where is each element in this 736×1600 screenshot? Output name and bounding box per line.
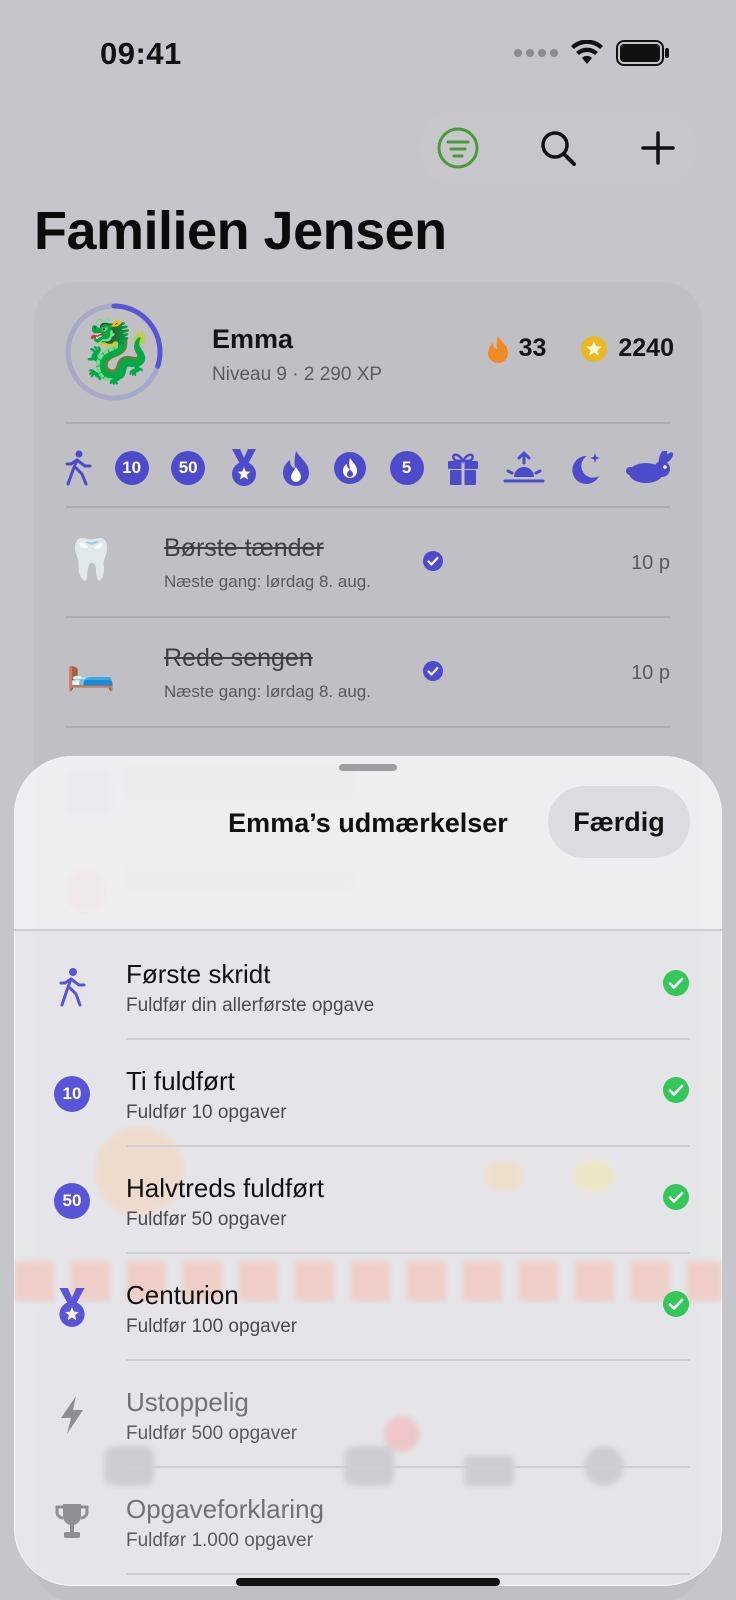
streak-stat: 33 bbox=[487, 334, 547, 363]
divider bbox=[66, 726, 670, 728]
achievement-row[interactable]: Opgaveforklaring Fuldfør 1.000 opgaver bbox=[14, 1468, 722, 1575]
sheet-grabber[interactable] bbox=[339, 764, 397, 771]
coins-stat: 2240 bbox=[580, 334, 674, 363]
top-toolbar bbox=[420, 112, 696, 184]
medal-icon bbox=[52, 1288, 92, 1328]
check-icon bbox=[423, 661, 443, 681]
achievement-name: Halvtreds fuldført bbox=[126, 1173, 324, 1203]
checkmark-circle-icon bbox=[663, 970, 689, 996]
member-stats: 33 2240 bbox=[487, 334, 674, 363]
moon-stars-icon bbox=[572, 453, 601, 484]
badge-label: 10 bbox=[54, 1076, 90, 1112]
search-button[interactable] bbox=[528, 118, 588, 178]
task-emoji: 🦷 bbox=[66, 538, 116, 582]
badge-row[interactable]: 10 50 5 bbox=[64, 444, 674, 492]
home-indicator[interactable] bbox=[236, 1578, 500, 1586]
achievement-desc: Fuldfør 50 opgaver bbox=[126, 1209, 287, 1230]
divider bbox=[66, 422, 670, 424]
checkmark-circle-icon bbox=[663, 1077, 689, 1103]
achievement-row[interactable]: Ustoppelig Fuldfør 500 opgaver bbox=[14, 1361, 722, 1468]
done-button[interactable]: Færdig bbox=[548, 786, 690, 858]
signal-icon bbox=[514, 49, 558, 57]
flame-icon bbox=[487, 335, 508, 363]
status-icons bbox=[514, 40, 670, 66]
badge-50-icon: 50 bbox=[52, 1181, 92, 1221]
streak-count: 33 bbox=[518, 334, 547, 362]
achievement-desc: Fuldfør 500 opgaver bbox=[126, 1423, 298, 1444]
achievement-row[interactable]: Centurion Fuldfør 100 opgaver bbox=[14, 1254, 722, 1361]
walking-icon bbox=[52, 967, 92, 1007]
achievement-name: Ti fuldført bbox=[126, 1066, 235, 1096]
coins-count: 2240 bbox=[618, 334, 674, 362]
avatar: 🐉 bbox=[78, 317, 156, 386]
status-time: 09:41 bbox=[100, 36, 182, 71]
badge-10-icon: 10 bbox=[52, 1074, 92, 1114]
badge-label: 50 bbox=[54, 1183, 90, 1219]
flame-circle-icon bbox=[333, 452, 366, 484]
sunrise-icon bbox=[503, 451, 545, 483]
add-button[interactable] bbox=[628, 118, 688, 178]
achievement-desc: Fuldfør 10 opgaver bbox=[126, 1102, 287, 1123]
badge-5: 5 bbox=[389, 451, 424, 485]
divider bbox=[126, 1573, 690, 1575]
task-next-date: Næste gang: lørdag 8. aug. bbox=[164, 682, 371, 701]
achievement-desc: Fuldfør din allerførste opgave bbox=[126, 995, 375, 1016]
achievement-desc: Fuldfør 1.000 opgaver bbox=[126, 1530, 313, 1551]
task-points: 10 p bbox=[631, 662, 670, 684]
achievement-row[interactable]: Første skridt Fuldfør din allerførste op… bbox=[14, 933, 722, 1040]
task-points: 10 p bbox=[631, 552, 670, 574]
task-row[interactable]: 🛏️ Rede sengen Næste gang: lørdag 8. aug… bbox=[66, 618, 670, 726]
achievement-row[interactable]: 10 Ti fuldført Fuldfør 10 opgaver bbox=[14, 1040, 722, 1147]
plus-icon bbox=[641, 131, 675, 165]
badge-50: 50 bbox=[171, 451, 206, 485]
task-row[interactable]: 🦷 Børste tænder Næste gang: lørdag 8. au… bbox=[66, 508, 670, 616]
task-next-date: Næste gang: lørdag 8. aug. bbox=[164, 572, 371, 591]
achievement-name: Ustoppelig bbox=[126, 1387, 249, 1417]
sheet-header: Emma’s udmærkelser Færdig bbox=[14, 756, 722, 931]
battery-icon bbox=[616, 40, 669, 66]
filter-icon bbox=[437, 127, 479, 169]
achievement-name: Centurion bbox=[126, 1280, 239, 1310]
wifi-icon bbox=[571, 40, 603, 64]
member-name: Emma bbox=[212, 324, 294, 354]
task-emoji: 🛏️ bbox=[66, 648, 116, 692]
achievement-desc: Fuldfør 100 opgaver bbox=[126, 1316, 298, 1337]
achievement-row[interactable]: 50 Halvtreds fuldført Fuldfør 50 opgaver bbox=[14, 1147, 722, 1254]
filter-button[interactable] bbox=[428, 118, 488, 178]
achievement-name: Opgaveforklaring bbox=[126, 1494, 324, 1524]
badge-10: 10 bbox=[114, 451, 149, 485]
trophy-icon bbox=[52, 1502, 92, 1542]
check-icon bbox=[423, 551, 443, 571]
star-coin-icon bbox=[581, 335, 608, 362]
bolt-icon bbox=[52, 1395, 92, 1435]
flame-icon bbox=[283, 451, 310, 486]
status-bar: 09:41 bbox=[0, 0, 736, 100]
achievement-name: Første skridt bbox=[126, 959, 271, 989]
rabbit-icon bbox=[625, 451, 673, 483]
gift-icon bbox=[448, 453, 479, 485]
task-name: Børste tænder bbox=[164, 534, 324, 562]
member-level: Niveau 9 · 2 290 XP bbox=[212, 364, 383, 385]
page-title: Familien Jensen bbox=[34, 201, 447, 261]
checkmark-circle-icon bbox=[663, 1184, 689, 1210]
walking-icon bbox=[65, 450, 92, 486]
task-name: Rede sengen bbox=[164, 644, 313, 672]
profile-row[interactable]: 🐉 Emma Niveau 9 · 2 290 XP 33 2240 bbox=[64, 302, 674, 422]
medal-icon bbox=[231, 449, 256, 486]
checkmark-circle-icon bbox=[663, 1291, 689, 1317]
search-icon bbox=[541, 131, 576, 166]
achievements-sheet: Emma’s udmærkelser Færdig Første skridt … bbox=[14, 756, 722, 1586]
